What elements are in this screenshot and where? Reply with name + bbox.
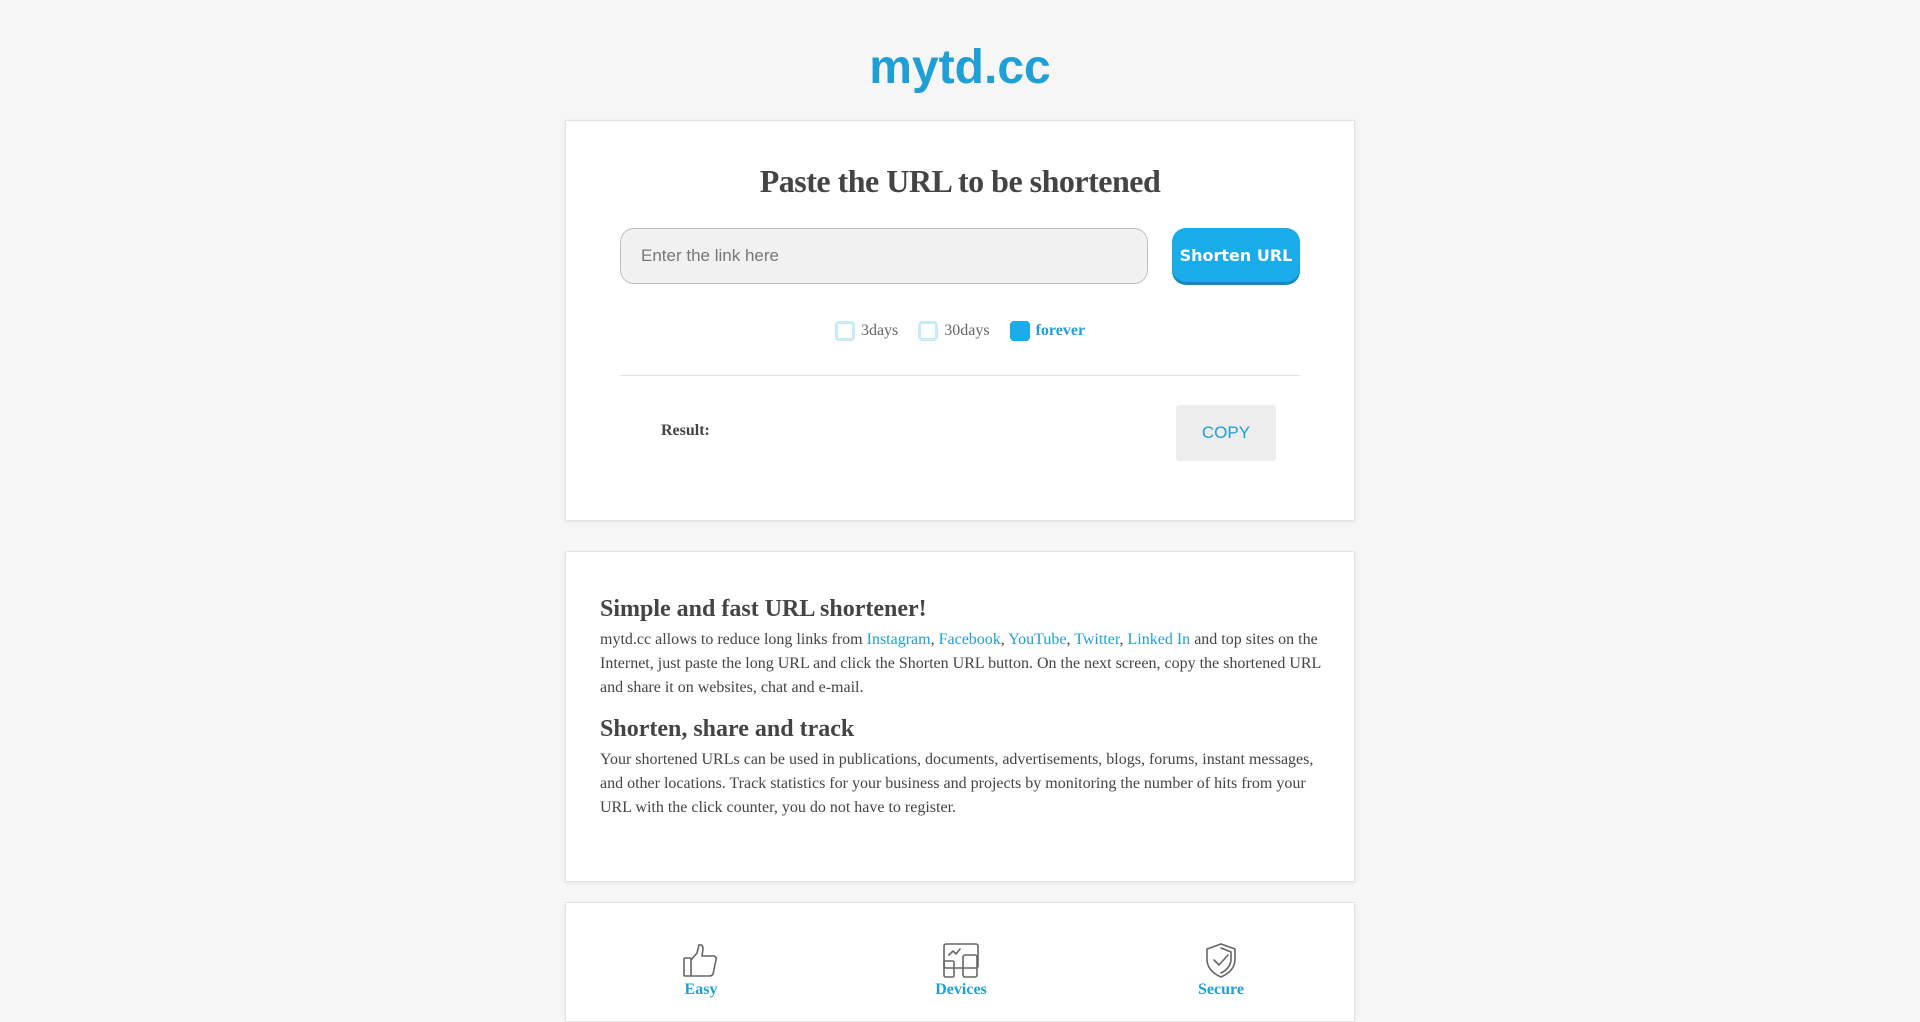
- info-paragraph-track: Your shortened URLs can be used in publi…: [600, 751, 1314, 816]
- site-logo[interactable]: mytd.cc: [0, 38, 1920, 98]
- separator: ,: [1119, 631, 1128, 648]
- option-checkbox[interactable]: [834, 321, 855, 341]
- devices-icon: [943, 943, 979, 978]
- expiry-options: 3days 30days forever: [566, 321, 1354, 341]
- option-3days[interactable]: 3days: [834, 321, 899, 341]
- shorten-title: Paste the URL to be shortened: [759, 163, 1161, 199]
- url-input[interactable]: [620, 228, 1148, 284]
- info-heading-simple: Simple and fast URL shortener!: [600, 596, 927, 622]
- link-facebook[interactable]: Facebook: [939, 631, 1001, 648]
- feature-secure: Secure: [1141, 941, 1301, 999]
- copy-button[interactable]: COPY: [1176, 405, 1276, 461]
- option-forever[interactable]: forever: [1009, 321, 1086, 341]
- features-card: Easy Devices Secure: [565, 902, 1355, 1022]
- info-card: Simple and fast URL shortener! mytd.cc a…: [565, 551, 1355, 882]
- link-youtube[interactable]: YouTube: [1008, 631, 1066, 648]
- shield-check-icon: [1206, 943, 1236, 978]
- separator: ,: [930, 631, 939, 648]
- option-checkbox[interactable]: [918, 321, 939, 341]
- shorten-card: Paste the URL to be shortened Shorten UR…: [565, 120, 1355, 521]
- feature-devices: Devices: [881, 941, 1041, 999]
- info-paragraph-simple: mytd.cc allows to reduce long links from…: [600, 628, 1322, 700]
- shorten-url-button[interactable]: Shorten URL: [1172, 228, 1300, 282]
- option-30days[interactable]: 30days: [918, 321, 990, 341]
- link-linkedin[interactable]: Linked In: [1128, 631, 1191, 648]
- feature-label: Secure: [1198, 981, 1244, 998]
- option-label: 30days: [944, 322, 990, 339]
- link-twitter[interactable]: Twitter: [1074, 631, 1119, 648]
- divider: [620, 375, 1300, 376]
- thumbs-up-icon: [683, 944, 718, 977]
- feature-label: Devices: [935, 981, 987, 998]
- link-instagram[interactable]: Instagram: [867, 631, 931, 648]
- option-checkbox[interactable]: [1009, 321, 1030, 341]
- feature-easy: Easy: [621, 941, 781, 999]
- option-label: 3days: [860, 322, 899, 339]
- info-intro-text: mytd.cc allows to reduce long links from: [600, 631, 867, 648]
- feature-label: Easy: [684, 981, 718, 998]
- result-label: Result:: [661, 422, 710, 439]
- info-heading-track: Shorten, share and track: [600, 716, 855, 742]
- option-label: forever: [1035, 322, 1086, 339]
